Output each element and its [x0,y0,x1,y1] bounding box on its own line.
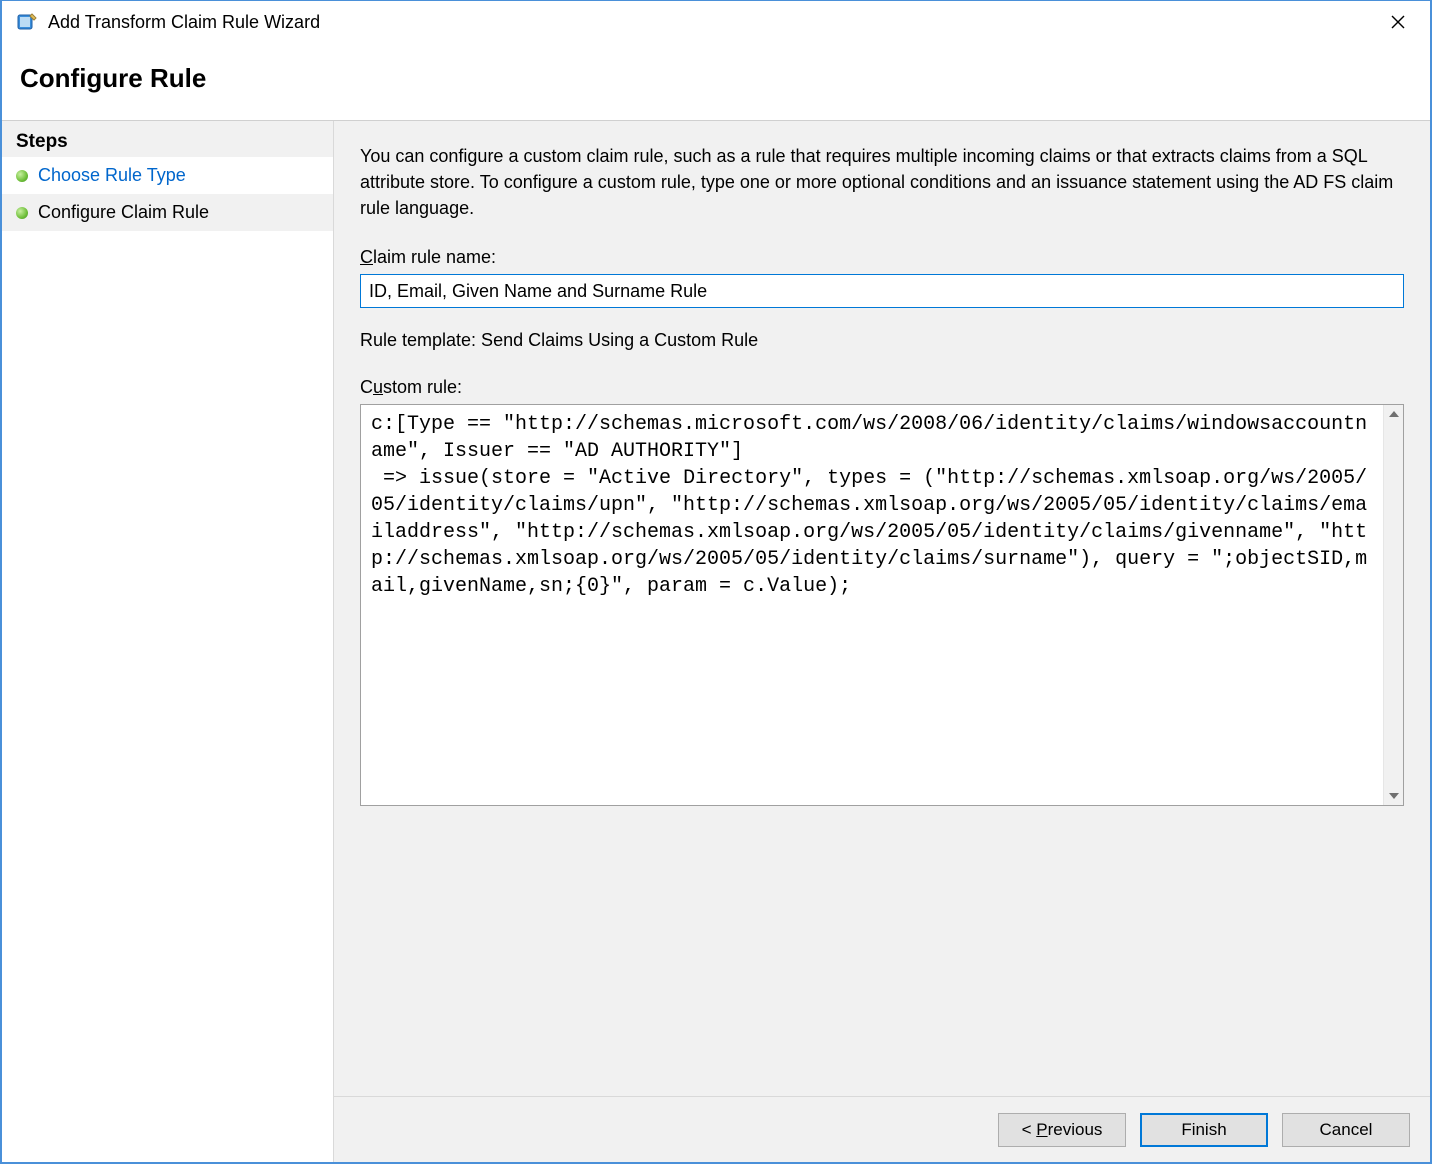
steps-heading: Steps [2,121,333,157]
page-header: Configure Rule [2,43,1430,120]
finish-button[interactable]: Finish [1140,1113,1268,1147]
scroll-down-icon[interactable] [1385,787,1403,805]
step-configure-claim-rule[interactable]: Configure Claim Rule [2,194,333,231]
step-bullet-icon [16,207,28,219]
window-title: Add Transform Claim Rule Wizard [48,12,1374,33]
steps-sidebar: Steps Choose Rule Type Configure Claim R… [2,121,334,1162]
previous-button[interactable]: < Previous [998,1113,1126,1147]
content-area: You can configure a custom claim rule, s… [334,121,1430,1096]
close-icon [1391,15,1405,29]
custom-rule-textarea[interactable] [361,405,1383,805]
claim-rule-name-input[interactable] [360,274,1404,308]
step-bullet-icon [16,170,28,182]
titlebar: Add Transform Claim Rule Wizard [2,1,1430,43]
page-title: Configure Rule [20,63,1412,94]
step-label: Choose Rule Type [38,165,186,186]
claim-rule-name-label: Claim rule name: [360,247,1404,268]
rule-template-label: Rule template: Send Claims Using a Custo… [360,330,1404,351]
wizard-body: Steps Choose Rule Type Configure Claim R… [2,120,1430,1162]
textarea-scrollbar[interactable] [1383,405,1403,805]
wizard-icon [16,11,38,33]
step-label: Configure Claim Rule [38,202,209,223]
scroll-up-icon[interactable] [1385,405,1403,423]
wizard-window: Add Transform Claim Rule Wizard Configur… [0,0,1432,1164]
button-bar: < Previous Finish Cancel [334,1096,1430,1162]
custom-rule-textarea-wrap [360,404,1404,806]
close-button[interactable] [1374,6,1422,38]
main-panel: You can configure a custom claim rule, s… [334,121,1430,1162]
custom-rule-label: Custom rule: [360,377,1404,398]
intro-text: You can configure a custom claim rule, s… [360,143,1404,221]
cancel-button[interactable]: Cancel [1282,1113,1410,1147]
step-choose-rule-type[interactable]: Choose Rule Type [2,157,333,194]
